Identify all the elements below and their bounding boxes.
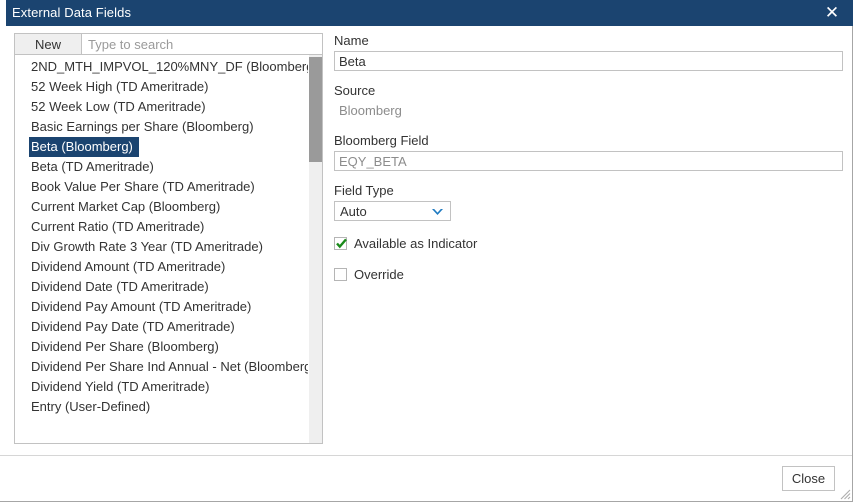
list-item[interactable]: Entry (User-Defined) bbox=[15, 397, 309, 417]
available-as-indicator-row[interactable]: Available as Indicator bbox=[334, 234, 844, 252]
list-item[interactable]: Beta (TD Ameritrade) bbox=[15, 157, 309, 177]
list-item[interactable]: Dividend Pay Date (TD Ameritrade) bbox=[15, 317, 309, 337]
list-item[interactable]: 2ND_MTH_IMPVOL_120%MNY_DF (Bloomberg) bbox=[15, 57, 318, 77]
list-item[interactable]: Dividend Per Share (Bloomberg) bbox=[15, 337, 309, 357]
list-item[interactable]: Dividend Date (TD Ameritrade) bbox=[15, 277, 309, 297]
list-item[interactable]: Book Value Per Share (TD Ameritrade) bbox=[15, 177, 309, 197]
list-item[interactable]: Dividend Per Share Ind Annual - Net (Blo… bbox=[15, 357, 316, 377]
list-item[interactable]: Dividend Amount (TD Ameritrade) bbox=[15, 257, 309, 277]
list-toolbar: New bbox=[14, 33, 323, 55]
dialog-titlebar: External Data Fields ✕ bbox=[0, 0, 853, 26]
source-label: Source bbox=[334, 83, 376, 98]
available-as-indicator-label: Available as Indicator bbox=[354, 235, 478, 251]
available-as-indicator-checkbox[interactable] bbox=[334, 236, 348, 250]
field-type-block: Field Type Auto bbox=[334, 183, 844, 221]
source-value: Bloomberg bbox=[339, 103, 402, 118]
source-field-block: Source Bloomberg bbox=[334, 83, 844, 121]
name-field-block: Name bbox=[334, 33, 844, 71]
list-item[interactable]: Current Market Cap (Bloomberg) bbox=[15, 197, 309, 217]
dialog-title: External Data Fields bbox=[12, 5, 132, 20]
check-icon bbox=[335, 237, 348, 250]
list-item[interactable]: Current Ratio (TD Ameritrade) bbox=[15, 217, 309, 237]
external-data-fields-dialog: External Data Fields ✕ New 2ND_MTH_IMPVO… bbox=[0, 0, 853, 502]
override-row[interactable]: Override bbox=[334, 265, 844, 283]
list-scrollbar[interactable] bbox=[308, 55, 322, 443]
bloomberg-field-label: Bloomberg Field bbox=[334, 133, 429, 148]
field-list[interactable]: 2ND_MTH_IMPVOL_120%MNY_DF (Bloomberg) 52 … bbox=[14, 54, 323, 444]
list-item[interactable]: Dividend Yield (TD Ameritrade) bbox=[15, 377, 309, 397]
list-item[interactable]: Beta (Bloomberg) bbox=[15, 137, 309, 157]
list-item-label: Beta (Bloomberg) bbox=[29, 137, 139, 157]
new-button[interactable]: New bbox=[15, 34, 82, 54]
list-scrollbar-thumb[interactable] bbox=[309, 57, 322, 162]
override-label: Override bbox=[354, 266, 404, 282]
dialog-footer: Close bbox=[0, 455, 852, 501]
name-label: Name bbox=[334, 33, 369, 48]
override-checkbox[interactable] bbox=[334, 267, 347, 281]
field-type-select[interactable]: Auto bbox=[334, 201, 451, 221]
list-item[interactable]: 52 Week Low (TD Ameritrade) bbox=[15, 97, 309, 117]
search-input[interactable] bbox=[82, 34, 322, 54]
resize-grip[interactable] bbox=[837, 486, 851, 500]
name-input[interactable] bbox=[334, 51, 843, 71]
close-icon[interactable]: ✕ bbox=[821, 3, 843, 23]
field-list-panel: New 2ND_MTH_IMPVOL_120%MNY_DF (Bloomberg… bbox=[14, 33, 323, 444]
chevron-down-icon bbox=[431, 206, 444, 217]
close-button[interactable]: Close bbox=[782, 466, 835, 491]
list-item[interactable]: Dividend Pay Amount (TD Ameritrade) bbox=[15, 297, 309, 317]
field-details-form: Name Source Bloomberg Bloomberg Field Fi… bbox=[334, 33, 844, 283]
bloomberg-field-block: Bloomberg Field bbox=[334, 133, 844, 171]
list-item[interactable]: Basic Earnings per Share (Bloomberg) bbox=[15, 117, 309, 137]
field-type-value: Auto bbox=[340, 204, 367, 219]
field-list-items: 2ND_MTH_IMPVOL_120%MNY_DF (Bloomberg) 52 … bbox=[15, 55, 318, 417]
list-item[interactable]: 52 Week High (TD Ameritrade) bbox=[15, 77, 309, 97]
bloomberg-field-input[interactable] bbox=[334, 151, 843, 171]
field-type-label: Field Type bbox=[334, 183, 394, 198]
list-item[interactable]: Div Growth Rate 3 Year (TD Ameritrade) bbox=[15, 237, 309, 257]
